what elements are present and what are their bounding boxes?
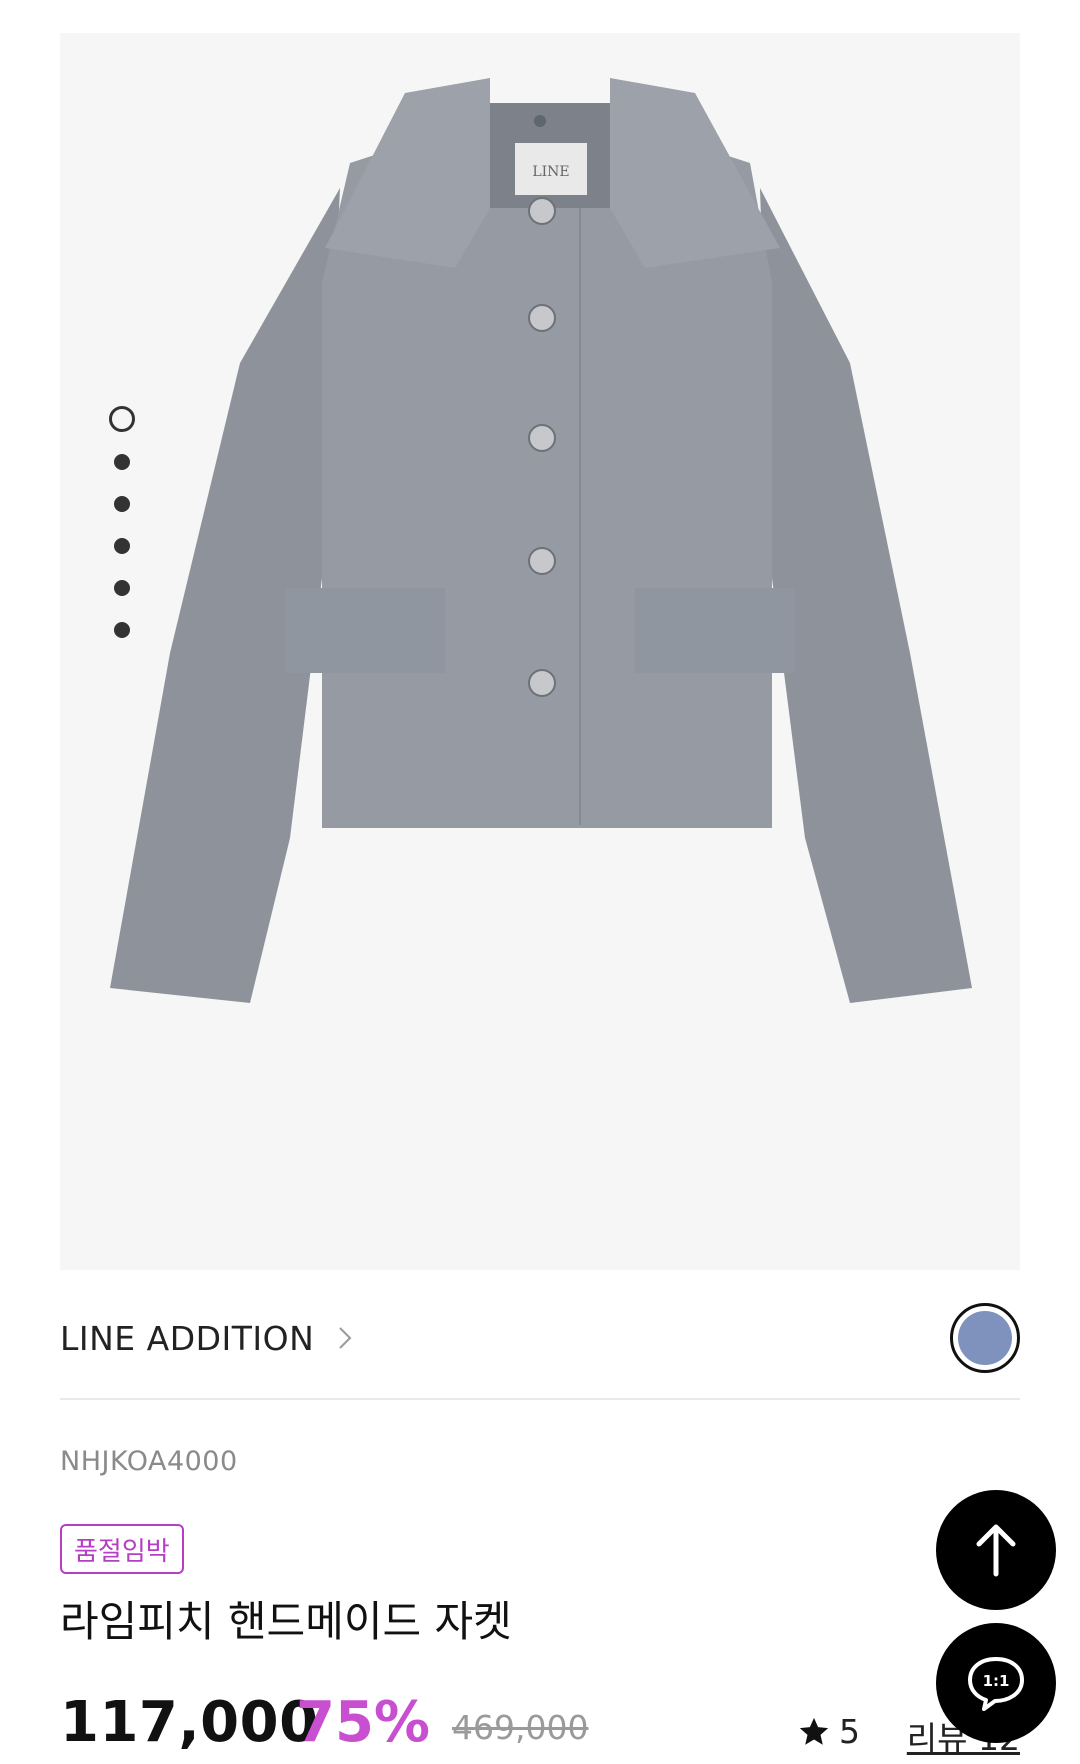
pagination-dot-5[interactable] (114, 580, 130, 596)
chevron-right-icon (339, 1327, 352, 1349)
divider (60, 1398, 1020, 1400)
chat-button[interactable]: 1:1 (936, 1623, 1056, 1743)
sale-price: 117,000 (60, 1690, 319, 1755)
price-row: 117,000 75% 469,000 5 리뷰 12 (60, 1690, 1020, 1764)
discount-rate: 75% (296, 1690, 431, 1755)
rating-score: 5 (839, 1712, 860, 1751)
brand-link[interactable]: LINE ADDITION (60, 1319, 358, 1358)
star-icon (799, 1717, 829, 1745)
product-title: 라임피치 핸드메이드 자켓 (60, 1597, 512, 1646)
pagination-dot-4[interactable] (114, 538, 130, 554)
gallery-pagination (107, 406, 137, 664)
pagination-dot-2[interactable] (114, 454, 130, 470)
rating: 5 (797, 1712, 860, 1751)
pagination-dot-3[interactable] (114, 496, 130, 512)
chat-label: 1:1 (983, 1672, 1010, 1690)
pagination-dot-6[interactable] (114, 622, 130, 638)
color-swatch[interactable] (950, 1303, 1020, 1373)
product-image-gallery[interactable]: LINE (60, 33, 1020, 1270)
pagination-dot-1[interactable] (109, 406, 135, 432)
product-sku: NHJKOA4000 (60, 1446, 238, 1477)
original-price: 469,000 (452, 1708, 589, 1747)
chat-bubble-icon: 1:1 (968, 1657, 1024, 1711)
brand-name: LINE ADDITION (60, 1318, 315, 1358)
swatch-color (958, 1311, 1012, 1365)
status-badge: 품절임박 (60, 1524, 184, 1574)
arrow-up-icon (976, 1524, 1016, 1577)
product-image: LINE (110, 78, 972, 1003)
garment-label-text: LINE (532, 164, 569, 180)
brand-row: LINE ADDITION (60, 1298, 1020, 1378)
scroll-top-button[interactable] (936, 1490, 1056, 1610)
